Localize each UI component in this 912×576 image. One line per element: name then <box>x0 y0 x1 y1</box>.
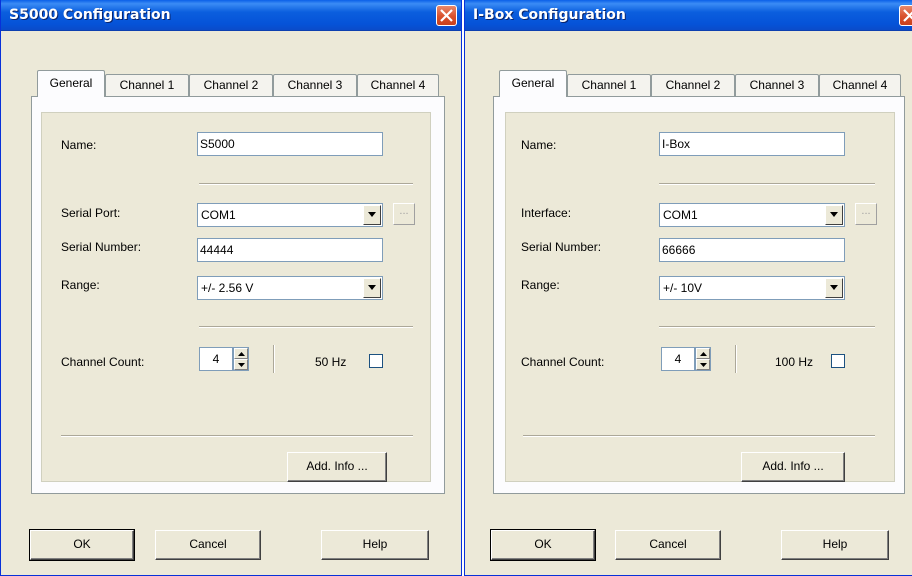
serial-number-input[interactable]: 44444 <box>197 238 383 262</box>
separator <box>273 345 275 373</box>
name-input[interactable]: I-Box <box>659 132 845 156</box>
name-input[interactable]: S5000 <box>197 132 383 156</box>
add-info-button[interactable]: Add. Info ... <box>287 452 387 482</box>
hz-checkbox[interactable] <box>831 354 845 368</box>
interface-label: Interface: <box>521 206 572 220</box>
ok-button[interactable]: OK <box>29 529 135 561</box>
tab-channel-3[interactable]: Channel 3 <box>273 74 357 96</box>
hz-label: 50 Hz <box>315 355 347 369</box>
channel-count-input[interactable]: 4 <box>199 347 233 371</box>
separator <box>199 326 413 328</box>
dropdown-button[interactable] <box>363 278 381 298</box>
arrow-up-icon <box>700 352 707 356</box>
browse-interface-button[interactable]: ... <box>855 203 877 225</box>
ok-button[interactable]: OK <box>490 529 596 561</box>
range-select[interactable]: +/- 10V <box>659 276 845 300</box>
close-icon <box>903 9 912 22</box>
tab-channel-2[interactable]: Channel 2 <box>651 74 735 96</box>
separator <box>735 345 737 373</box>
channel-count-input[interactable]: 4 <box>661 347 695 371</box>
hz-label: 100 Hz <box>775 355 814 369</box>
range-value: +/- 2.56 V <box>201 281 254 295</box>
range-label: Range: <box>521 278 560 292</box>
cancel-button[interactable]: Cancel <box>155 530 261 560</box>
channel-count-spinner[interactable] <box>695 347 711 371</box>
tab-channel-4[interactable]: Channel 4 <box>819 74 901 96</box>
tab-channel-3[interactable]: Channel 3 <box>735 74 819 96</box>
name-label: Name: <box>61 138 97 152</box>
separator <box>659 326 875 328</box>
title-bar[interactable]: I-Box Configuration <box>465 0 912 31</box>
title-bar[interactable]: S5000 Configuration <box>1 0 461 31</box>
serial-port-label: Serial Port: <box>61 206 121 220</box>
separator <box>523 435 875 437</box>
chevron-down-icon <box>368 212 376 217</box>
tab-general[interactable]: General <box>37 70 105 97</box>
dropdown-button[interactable] <box>825 278 843 298</box>
spin-up-button[interactable] <box>696 348 710 359</box>
serial-number-label: Serial Number: <box>61 240 142 254</box>
close-icon <box>440 9 453 22</box>
range-select[interactable]: +/- 2.56 V <box>197 276 383 300</box>
channel-count-label: Channel Count: <box>521 355 605 369</box>
arrow-up-icon <box>238 352 245 356</box>
range-label: Range: <box>61 278 100 292</box>
serial-port-select[interactable]: COM1 <box>197 203 383 227</box>
tab-channel-4[interactable]: Channel 4 <box>357 74 439 96</box>
range-value: +/- 10V <box>663 281 703 295</box>
window-title: S5000 Configuration <box>9 7 171 23</box>
dropdown-button[interactable] <box>363 205 381 225</box>
dropdown-button[interactable] <box>825 205 843 225</box>
arrow-down-icon <box>238 363 245 367</box>
hz-checkbox[interactable] <box>369 354 383 368</box>
close-button[interactable] <box>899 5 912 26</box>
separator <box>199 183 413 185</box>
browse-port-button[interactable]: ... <box>393 203 415 225</box>
tab-channel-1[interactable]: Channel 1 <box>105 74 189 96</box>
interface-select[interactable]: COM1 <box>659 203 845 227</box>
ibox-config-dialog: I-Box Configuration General Channel 1 Ch… <box>464 0 912 576</box>
cancel-button[interactable]: Cancel <box>615 530 721 560</box>
tab-strip: General Channel 1 Channel 2 Channel 3 Ch… <box>499 70 912 97</box>
tab-strip: General Channel 1 Channel 2 Channel 3 Ch… <box>37 70 451 97</box>
serial-number-input[interactable]: 66666 <box>659 238 845 262</box>
tab-channel-2[interactable]: Channel 2 <box>189 74 273 96</box>
channel-count-label: Channel Count: <box>61 355 145 369</box>
channel-count-spinner[interactable] <box>233 347 249 371</box>
tab-general[interactable]: General <box>499 70 567 97</box>
chevron-down-icon <box>368 285 376 290</box>
serial-port-value: COM1 <box>201 208 236 222</box>
separator <box>61 435 413 437</box>
tab-channel-1[interactable]: Channel 1 <box>567 74 651 96</box>
serial-number-label: Serial Number: <box>521 240 602 254</box>
spin-down-button[interactable] <box>696 359 710 370</box>
s5000-config-dialog: S5000 Configuration General Channel 1 Ch… <box>0 0 462 576</box>
close-button[interactable] <box>436 5 457 26</box>
interface-value: COM1 <box>663 208 698 222</box>
separator <box>659 183 875 185</box>
arrow-down-icon <box>700 363 707 367</box>
chevron-down-icon <box>830 212 838 217</box>
window-title: I-Box Configuration <box>473 7 626 23</box>
help-button[interactable]: Help <box>781 530 889 560</box>
add-info-button[interactable]: Add. Info ... <box>741 452 845 482</box>
help-button[interactable]: Help <box>321 530 429 560</box>
spin-down-button[interactable] <box>234 359 248 370</box>
name-label: Name: <box>521 138 557 152</box>
spin-up-button[interactable] <box>234 348 248 359</box>
chevron-down-icon <box>830 285 838 290</box>
